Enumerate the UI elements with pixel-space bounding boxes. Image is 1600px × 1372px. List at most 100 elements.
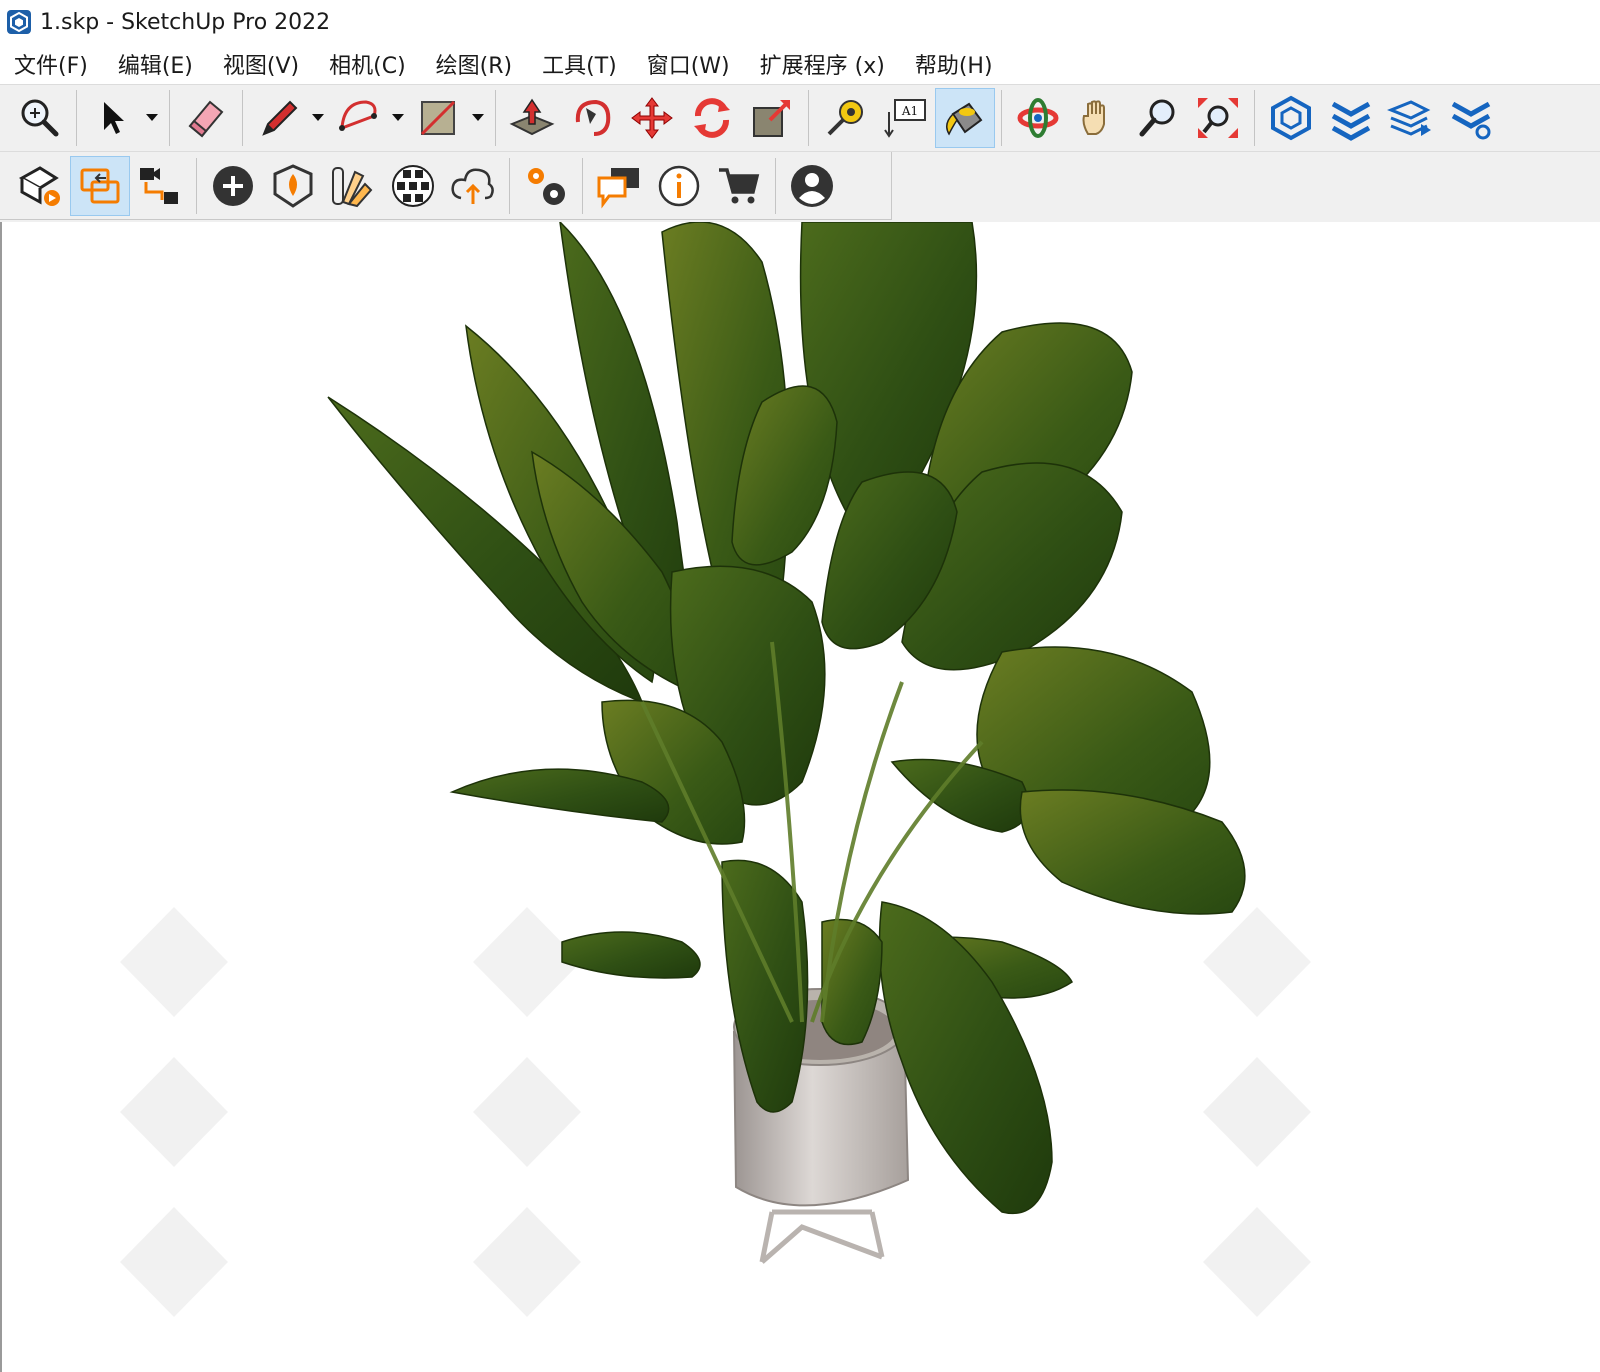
select-dropdown[interactable]: [141, 88, 163, 148]
pan-button[interactable]: [1068, 88, 1128, 148]
account-button[interactable]: [782, 156, 842, 216]
pencil-icon: [262, 100, 298, 136]
rotate-icon: [694, 98, 730, 138]
svg-text:A1: A1: [901, 104, 918, 118]
swap-icon: [80, 168, 120, 203]
menu-help[interactable]: 帮助(H): [915, 48, 993, 80]
toolbar-separator: [582, 157, 583, 214]
push-pull-button[interactable]: [502, 88, 562, 148]
chevron-down-icon: [392, 114, 404, 121]
extension-warehouse-button[interactable]: [1321, 88, 1381, 148]
rectangle-button[interactable]: [409, 88, 467, 148]
select-icon: [104, 102, 124, 134]
zoom-button[interactable]: [1128, 88, 1188, 148]
zoom-icon: [1139, 99, 1175, 137]
cloud-upload-button[interactable]: [443, 156, 503, 216]
gear-cluster-button[interactable]: [516, 156, 576, 216]
sketchup-logo-icon: [7, 10, 31, 34]
toolbar-separator: [1001, 90, 1002, 146]
chevron-down-icon: [146, 114, 158, 121]
title-bar: 1.skp - SketchUp Pro 2022: [0, 0, 1600, 44]
menu-extensions[interactable]: 扩展程序 (x): [760, 48, 885, 80]
move-icon: [631, 97, 673, 139]
pan-icon: [1082, 100, 1105, 135]
toolbar-separator: [495, 90, 496, 146]
material-button[interactable]: [323, 156, 383, 216]
extension-manager-button[interactable]: [1441, 88, 1501, 148]
add-icon: [213, 165, 253, 206]
model-viewport[interactable]: [0, 222, 1600, 1372]
layout-button[interactable]: [1381, 88, 1441, 148]
text-button[interactable]: A1: [875, 88, 935, 148]
menu-camera[interactable]: 相机(C): [329, 48, 406, 80]
menu-tools[interactable]: 工具(T): [542, 48, 617, 80]
push-pull-icon: [509, 98, 555, 136]
zoom-window-button[interactable]: [1188, 88, 1248, 148]
paint-bucket-icon: [946, 102, 983, 136]
follow-me-button[interactable]: [562, 88, 622, 148]
arc-button[interactable]: [329, 88, 387, 148]
info-icon: [658, 165, 700, 206]
material-icon: [332, 166, 373, 207]
add-button[interactable]: [203, 156, 263, 216]
paint-bucket-button[interactable]: [935, 88, 995, 148]
text-icon: A1: [884, 99, 926, 138]
cart-icon: [719, 167, 760, 203]
move-button[interactable]: [622, 88, 682, 148]
toolbar-separator: [1254, 90, 1255, 146]
toolbar-separator: [808, 90, 809, 146]
info-button[interactable]: [649, 156, 709, 216]
toolbar-separator: [169, 90, 170, 146]
cloud-upload-icon: [451, 167, 494, 204]
menu-file[interactable]: 文件(F): [14, 48, 88, 80]
swap-button[interactable]: [70, 155, 130, 216]
orbit-icon: [1017, 98, 1059, 138]
arc-icon: [339, 100, 377, 131]
chat-button[interactable]: [589, 156, 649, 216]
main-toolbar: A1: [0, 84, 1600, 152]
trimble-connect-icon: [273, 163, 313, 208]
gear-cluster-icon: [528, 167, 565, 205]
layout-icon: [1387, 100, 1431, 136]
tape-measure-icon: [827, 100, 863, 136]
arc-dropdown[interactable]: [387, 88, 409, 148]
pencil-button[interactable]: [249, 88, 307, 148]
menu-bar: 文件(F) 编辑(E) 视图(V) 相机(C) 绘图(R) 工具(T) 窗口(W…: [0, 44, 1600, 84]
scale-button[interactable]: [742, 88, 802, 148]
cart-button[interactable]: [709, 156, 769, 216]
menu-view[interactable]: 视图(V): [223, 48, 299, 80]
extension-warehouse-icon: [1331, 101, 1371, 141]
rectangle-dropdown[interactable]: [467, 88, 489, 148]
menu-draw[interactable]: 绘图(R): [436, 48, 512, 80]
rotate-button[interactable]: [682, 88, 742, 148]
plant-model: [120, 222, 1311, 1317]
pencil-dropdown[interactable]: [307, 88, 329, 148]
eraser-button[interactable]: [176, 88, 236, 148]
3d-warehouse-button[interactable]: [1261, 88, 1321, 148]
select-button[interactable]: [83, 88, 141, 148]
chevron-down-icon: [472, 114, 484, 121]
toolbar-separator: [775, 157, 776, 214]
checker-button[interactable]: [383, 156, 443, 216]
trimble-connect-button[interactable]: [263, 156, 323, 216]
menu-edit[interactable]: 编辑(E): [118, 48, 193, 80]
orbit-button[interactable]: [1008, 88, 1068, 148]
account-icon: [791, 164, 833, 207]
scene-button[interactable]: [130, 156, 190, 216]
eraser-icon: [188, 100, 224, 138]
toolbar-separator: [76, 90, 77, 146]
zoom-extents-button[interactable]: [10, 88, 70, 148]
extension-manager-icon: [1451, 101, 1491, 140]
window-title: 1.skp - SketchUp Pro 2022: [40, 9, 331, 35]
toolbar-separator: [242, 90, 243, 146]
sketchup-bag-button[interactable]: [10, 156, 70, 216]
checker-icon: [392, 164, 434, 207]
sketchup-bag-icon: [18, 165, 60, 206]
secondary-toolbar: [0, 152, 892, 220]
tape-measure-button[interactable]: [815, 88, 875, 148]
menu-window[interactable]: 窗口(W): [647, 48, 730, 80]
zoom-extents-icon: [21, 99, 59, 137]
scene-icon: [140, 167, 178, 204]
pot-stand: [759, 1209, 885, 1264]
chevron-down-icon: [312, 114, 324, 121]
